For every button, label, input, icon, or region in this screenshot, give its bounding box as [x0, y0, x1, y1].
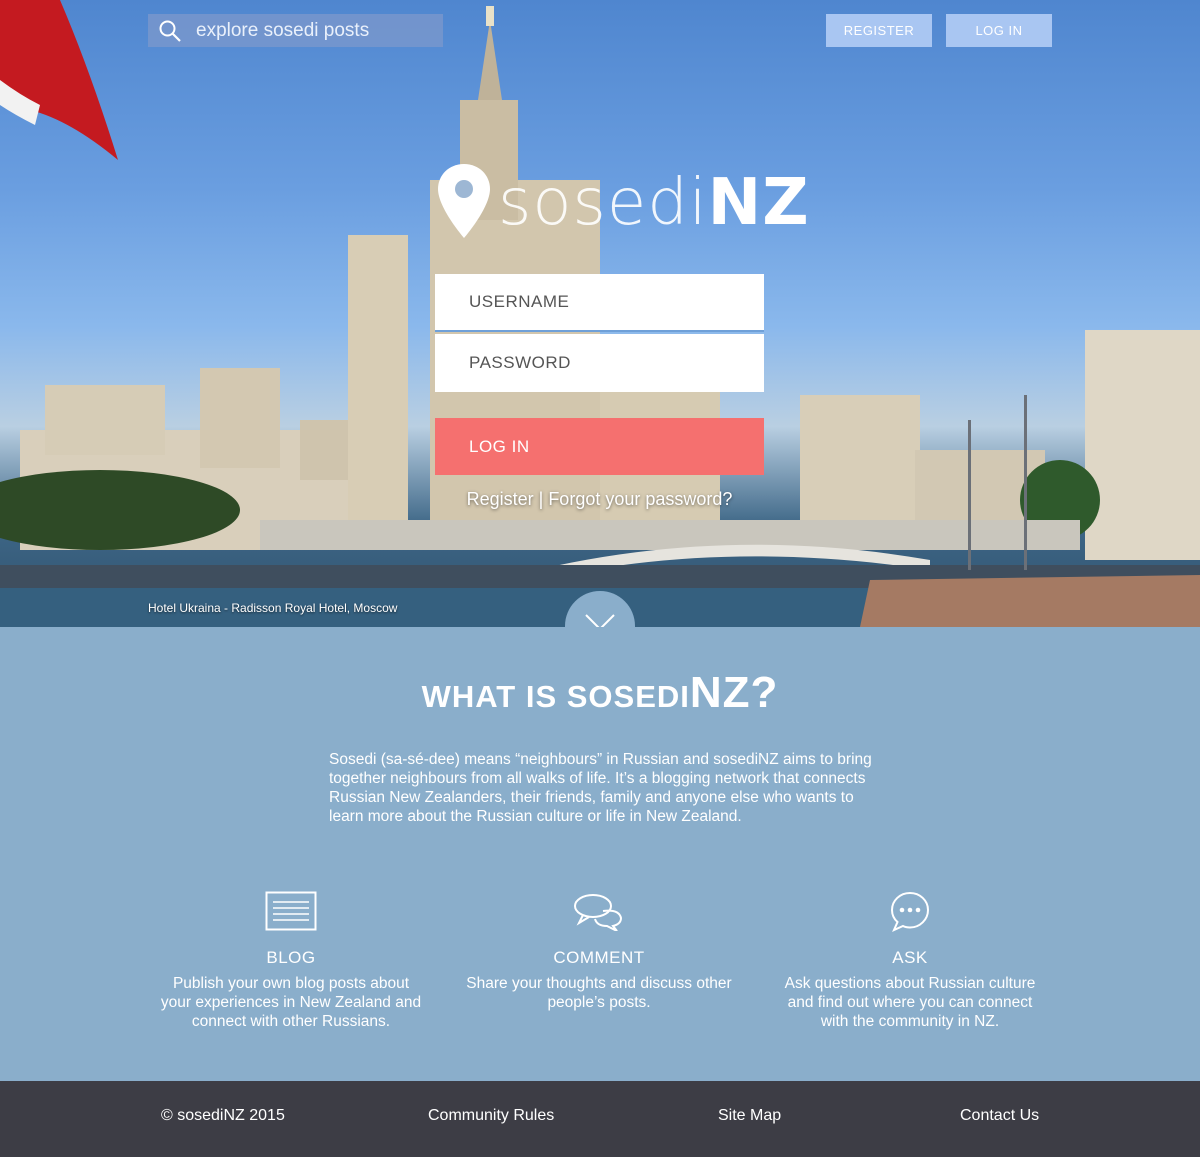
- search-bar[interactable]: [148, 14, 443, 47]
- about-title-prefix: What is sosedi: [421, 679, 690, 714]
- document-icon: [265, 891, 317, 931]
- login-submit-button[interactable]: LOG IN: [435, 418, 764, 475]
- speech-bubbles-icon: [574, 894, 623, 931]
- map-pin-icon: [438, 164, 490, 238]
- password-field[interactable]: [435, 334, 764, 392]
- forgot-password-link[interactable]: Forgot your password?: [548, 489, 732, 509]
- search-icon: [159, 20, 181, 42]
- footer-link-site-map[interactable]: Site Map: [718, 1107, 781, 1125]
- username-field[interactable]: [435, 274, 764, 332]
- search-input[interactable]: [196, 19, 436, 42]
- chevron-down-icon: [585, 614, 615, 627]
- hero-banner: REGISTER LOG IN sosediNZ LOG IN Register…: [0, 0, 1200, 627]
- about-description: Sosedi (sa-sé-dee) means “neighbours” in…: [329, 751, 872, 825]
- footer-link-contact-us[interactable]: Contact Us: [960, 1107, 1039, 1125]
- feature-ask: ASK Ask questions about Russian culture …: [775, 888, 1045, 1031]
- chat-dots-icon: [890, 891, 930, 932]
- about-title-suffix: NZ?: [689, 668, 779, 717]
- footer-copyright: © sosediNZ 2015: [161, 1107, 285, 1124]
- logo-text-bold: NZ: [707, 166, 810, 240]
- login-button[interactable]: LOG IN: [946, 14, 1052, 47]
- feature-blog: BLOG Publish your own blog posts about y…: [156, 888, 426, 1031]
- feature-text: Ask questions about Russian culture and …: [784, 975, 1036, 1030]
- register-link[interactable]: Register: [467, 489, 534, 509]
- link-separator: |: [533, 489, 549, 509]
- feature-text: Share your thoughts and discuss other pe…: [466, 975, 732, 1011]
- site-logo: sosediNZ: [436, 160, 809, 240]
- footer-link-community-rules[interactable]: Community Rules: [428, 1107, 554, 1125]
- feature-title: COMMENT: [553, 948, 645, 967]
- logo-text-light: sosedi: [498, 166, 708, 240]
- about-title: What is sosediNZ?: [0, 668, 1200, 718]
- feature-text: Publish your own blog posts about your e…: [160, 975, 422, 1030]
- feature-title: ASK: [892, 948, 928, 967]
- site-footer: © sosediNZ 2015 Community Rules Site Map…: [0, 1081, 1200, 1157]
- feature-title: BLOG: [266, 948, 316, 967]
- feature-comment: COMMENT Share your thoughts and discuss …: [464, 888, 734, 1012]
- register-button[interactable]: REGISTER: [826, 14, 932, 47]
- photo-caption: Hotel Ukraina - Radisson Royal Hotel, Mo…: [148, 601, 398, 615]
- login-links: Register | Forgot your password?: [435, 489, 764, 510]
